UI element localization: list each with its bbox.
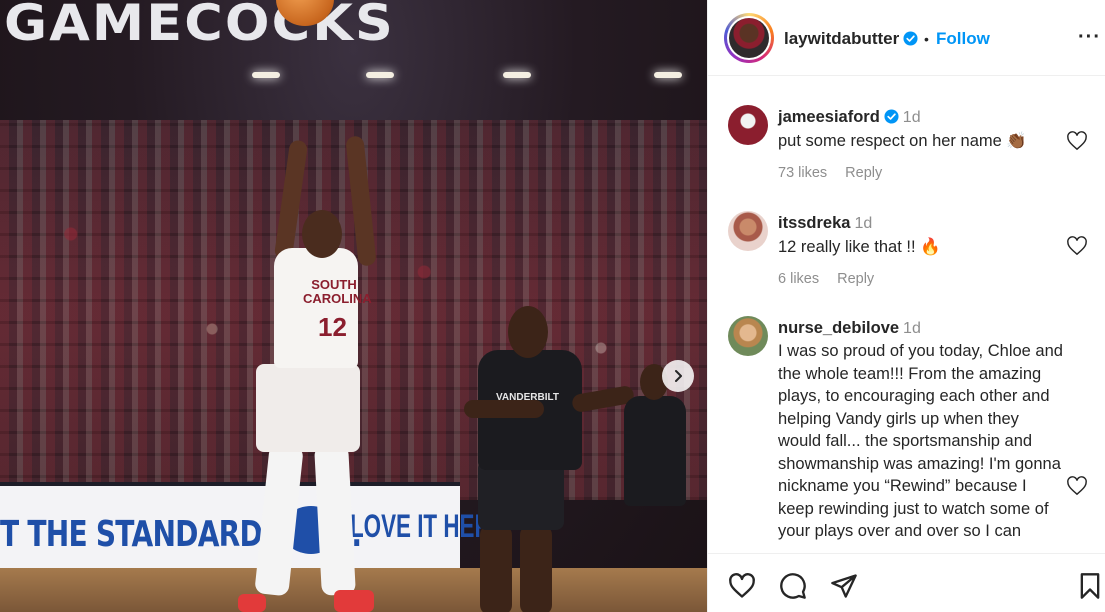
comment-meta: 6 likes Reply (778, 271, 892, 287)
comment-likes[interactable]: 73 likes (778, 165, 827, 181)
more-options-icon[interactable]: ··· (1078, 26, 1101, 49)
commenter-username-text[interactable]: itssdreka (778, 214, 850, 232)
comment-text: I was so proud of you today, Chloe and t… (778, 342, 1063, 540)
jersey-number: 12 (318, 312, 347, 342)
chevron-right-icon (675, 370, 682, 382)
jersey-text: SOUTH CAROLINA (303, 277, 372, 306)
heart-icon[interactable] (1066, 131, 1088, 151)
author-username[interactable]: laywitdabutter (784, 29, 918, 49)
heart-icon[interactable] (728, 572, 756, 600)
post-image[interactable]: GAMECOCKS T THE STANDARD HERE. LOVE IT H… (0, 0, 707, 612)
commenter-avatar[interactable] (728, 316, 768, 356)
verified-badge-icon (903, 31, 918, 46)
post-actions (708, 553, 1105, 612)
post-sidebar: laywitdabutter • Follow ··· jameesiaford… (707, 0, 1105, 612)
next-image-button[interactable] (662, 360, 694, 392)
arena-lights (0, 72, 707, 86)
post-header: laywitdabutter • Follow ··· (708, 0, 1105, 76)
opponent-jersey-text: VANDERBILT (496, 392, 559, 403)
comment-meta: 73 likes Reply (778, 165, 900, 181)
commenter-username-text[interactable]: jameesiaford (778, 108, 880, 126)
player-background (624, 396, 686, 506)
comment-time: 1d (902, 109, 921, 126)
commenter-username-text[interactable]: nurse_debilove (778, 319, 899, 337)
bookmark-icon[interactable] (1076, 572, 1104, 600)
heart-icon[interactable] (1066, 476, 1088, 496)
comments-list[interactable]: jameesiaford 1d put some respect on her n… (708, 77, 1105, 553)
author-username-text[interactable]: laywitdabutter (784, 29, 899, 48)
commenter-avatar[interactable] (728, 211, 768, 251)
heart-icon[interactable] (1066, 236, 1088, 256)
comment-text: 12 really like that !! 🔥 (778, 238, 941, 256)
commenter-username[interactable]: itssdreka 1d (778, 214, 872, 233)
commenter-username[interactable]: nurse_debilove 1d (778, 319, 921, 338)
share-icon[interactable] (830, 572, 858, 600)
separator-dot: • (924, 31, 929, 47)
author-avatar[interactable] (724, 13, 774, 63)
comment-text: put some respect on her name 👏🏾 (778, 132, 1027, 150)
comment-likes[interactable]: 6 likes (778, 271, 819, 287)
reply-button[interactable]: Reply (837, 271, 874, 287)
reply-button[interactable]: Reply (845, 165, 882, 181)
commenter-username[interactable]: jameesiaford 1d (778, 108, 921, 127)
arena-banner-text: GAMECOCKS (4, 0, 395, 52)
commenter-avatar[interactable] (728, 105, 768, 145)
comment-icon[interactable] (779, 572, 807, 600)
comment-time: 1d (903, 320, 921, 337)
follow-button[interactable]: Follow (936, 29, 990, 49)
verified-badge-icon (884, 109, 899, 124)
comment-time: 1d (854, 215, 873, 232)
